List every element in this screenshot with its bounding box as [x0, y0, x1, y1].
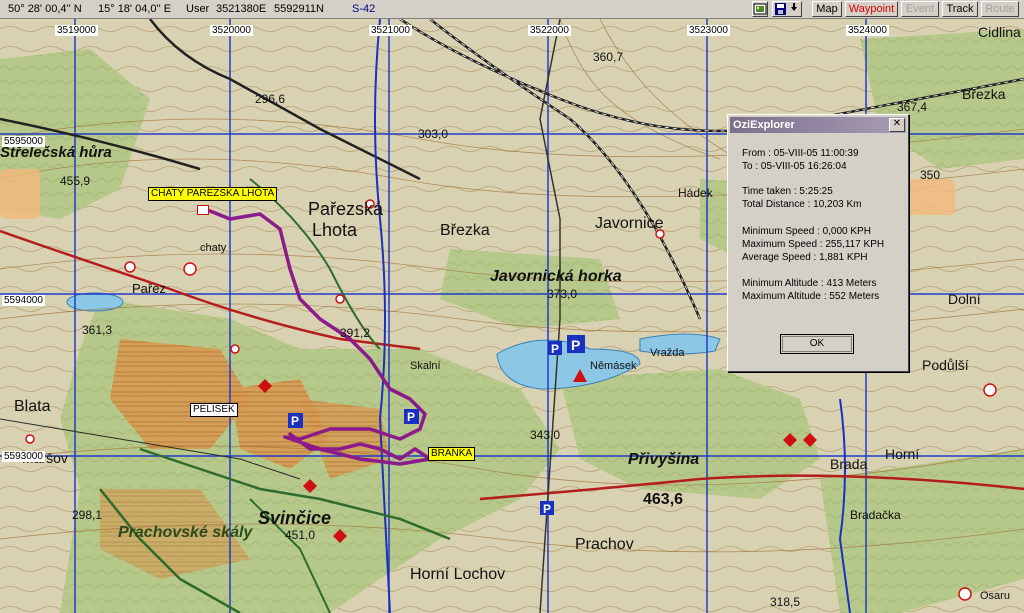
user-northing: 5592911N: [274, 3, 324, 15]
save-dropdown-icon[interactable]: [772, 1, 802, 17]
user-grid-label: User: [186, 3, 210, 15]
label-vrazda: Vražda: [650, 347, 685, 359]
elevation-label: 343,0: [530, 428, 560, 442]
label-privysina: Přivyšina: [628, 451, 699, 468]
elevation-label: 318,5: [770, 595, 800, 609]
label-chaty: chaty: [200, 242, 227, 254]
time-taken: Time taken : 5:25:25: [742, 186, 833, 197]
grid-easting-label: 3524000: [846, 25, 889, 36]
waypoint-button[interactable]: Waypoint: [845, 1, 898, 17]
label-javornice: Javornice: [595, 215, 664, 232]
longitude-readout: 15° 18' 04,0'' E: [98, 3, 172, 15]
label-lhota: Lhota: [312, 220, 358, 240]
svg-text:P: P: [571, 337, 580, 353]
grid-easting-label: 3519000: [55, 25, 98, 36]
label-parez: Pařez: [132, 281, 166, 296]
label-prachov: Prachov: [575, 536, 634, 553]
label-parezska: Pařezská: [308, 199, 384, 219]
event-button[interactable]: Event: [901, 1, 939, 17]
svg-text:P: P: [407, 410, 415, 424]
ok-button[interactable]: OK: [780, 334, 854, 354]
waypoint-marker-icon[interactable]: [197, 205, 209, 215]
grid-easting-label: 3520000: [210, 25, 253, 36]
route-button[interactable]: Route: [981, 1, 1019, 17]
elevation-label: 303,0: [418, 127, 448, 141]
elevation-label: 451,0: [285, 528, 315, 542]
elevation-label: 455,9: [60, 174, 90, 188]
label-nemasek: Němásek: [590, 360, 637, 372]
minimum-speed: Minimum Speed : 0,000 KPH: [742, 226, 871, 237]
elevation-label: 391,2: [340, 326, 370, 340]
label-podulsi: Podůlší: [922, 357, 969, 373]
waypoint-pelisek[interactable]: PELISEK: [190, 403, 238, 417]
label-hadek: Hádek: [678, 186, 714, 200]
elevation-label: 296,6: [255, 92, 285, 106]
elevation-label: 367,4: [897, 100, 927, 114]
grid-northing-label: 5595000: [2, 136, 45, 147]
svg-text:P: P: [551, 342, 559, 356]
grid-easting-label: 3521000: [369, 25, 412, 36]
label-svincice: Svinčice: [258, 508, 331, 528]
label-blata: Blata: [14, 398, 51, 415]
label-osaru: Osaru: [980, 590, 1010, 602]
grid-northing-label: 5594000: [2, 295, 45, 306]
minimum-altitude: Minimum Altitude : 413 Meters: [742, 278, 877, 289]
label-prachovske-skaly: Prachovské skály: [118, 524, 253, 541]
dialog-title: OziExplorer: [730, 117, 906, 133]
latitude-readout: 50° 28' 00,4'' N: [8, 3, 82, 15]
to-time: To : 05-VIII-05 16:26:04: [742, 161, 847, 172]
average-speed: Average Speed : 1,881 KPH: [742, 252, 868, 263]
grid-northing-label: 5593000: [2, 451, 45, 462]
svg-text:P: P: [543, 502, 551, 516]
track-info-dialog: OziExplorer ✕ From : 05-VIII-05 11:00:39…: [727, 114, 909, 372]
label-brada: Brada: [830, 456, 868, 472]
svg-text:P: P: [291, 414, 299, 428]
grid-easting-label: 3523000: [687, 25, 730, 36]
close-icon[interactable]: ✕: [889, 118, 905, 132]
label-brezka-east: Březka: [962, 86, 1006, 102]
image-icon[interactable]: [752, 1, 768, 17]
from-time: From : 05-VIII-05 11:00:39: [742, 148, 859, 159]
user-easting: 3521380E: [216, 3, 267, 15]
grid-easting-label: 3522000: [528, 25, 571, 36]
top-toolbar: 50° 28' 00,4'' N 15° 18' 04,0'' E User 3…: [0, 0, 1024, 19]
elevation-label: 373,0: [547, 287, 577, 301]
label-cidlina: Cidlina: [978, 24, 1021, 40]
label-horni: Horní: [885, 446, 919, 462]
elevation-label: 361,3: [82, 323, 112, 337]
elevation-label: 350: [920, 168, 940, 182]
track-button[interactable]: Track: [942, 1, 978, 17]
waypoint-chaty-parezska-lhota[interactable]: CHATY PAREZSKA LHOTA: [148, 187, 278, 201]
elevation-label: 298,1: [72, 508, 102, 522]
label-bradacka: Bradačka: [850, 508, 901, 522]
waypoint-branka[interactable]: BRANKA: [428, 447, 476, 461]
label-horni-lochov: Horní Lochov: [410, 566, 505, 583]
total-distance: Total Distance : 10,203 Km: [742, 199, 862, 210]
maximum-altitude: Maximum Altitude : 552 Meters: [742, 291, 880, 302]
label-skalni: Skalní: [410, 360, 441, 372]
elevation-label: 463,6: [643, 491, 683, 508]
label-dolni: Dolní: [948, 291, 981, 307]
map-button[interactable]: Map: [812, 1, 842, 17]
label-brezka: Březka: [440, 222, 490, 239]
datum-label: S-42: [352, 3, 376, 15]
label-javornicka: Javornická horka: [490, 268, 622, 285]
maximum-speed: Maximum Speed : 255,117 KPH: [742, 239, 885, 250]
elevation-label: 360,7: [593, 50, 623, 64]
